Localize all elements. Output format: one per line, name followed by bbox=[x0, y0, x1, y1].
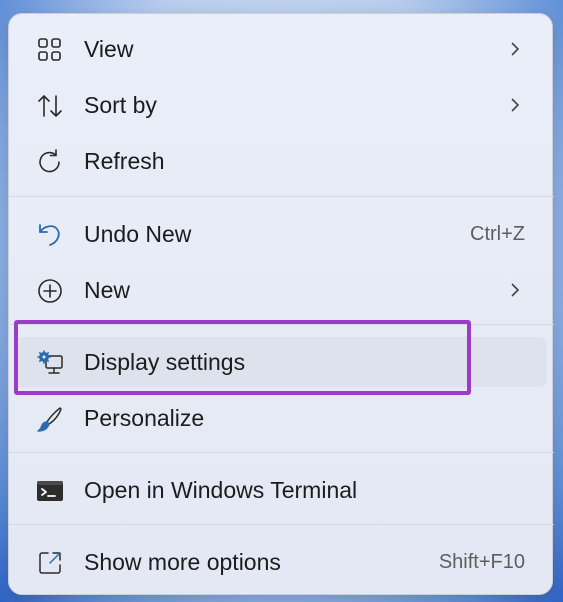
share-icon bbox=[36, 549, 64, 577]
menu-item-refresh[interactable]: Refresh bbox=[14, 136, 547, 186]
menu-item-label: Undo New bbox=[84, 221, 192, 247]
terminal-icon bbox=[36, 477, 64, 505]
menu-item-label: Personalize bbox=[84, 405, 205, 431]
separator bbox=[9, 524, 554, 525]
shortcut-text: Ctrl+Z bbox=[470, 223, 525, 245]
menu-item-label: Open in Windows Terminal bbox=[84, 477, 358, 503]
separator bbox=[9, 196, 554, 197]
chevron-right-icon bbox=[507, 282, 523, 298]
menu-item-personalize[interactable]: Personalize bbox=[14, 393, 547, 443]
grid-icon bbox=[36, 36, 64, 64]
chevron-right-icon bbox=[507, 41, 523, 57]
menu-item-label: Display settings bbox=[84, 349, 246, 375]
context-menu: View Sort by Refresh Undo New Ctrl+Z New… bbox=[8, 13, 554, 595]
menu-item-label: Refresh bbox=[84, 148, 165, 174]
shortcut-text: Shift+F10 bbox=[438, 551, 525, 573]
paintbrush-icon bbox=[36, 405, 64, 433]
menu-item-undo-new[interactable]: Undo New Ctrl+Z bbox=[14, 209, 547, 259]
separator bbox=[9, 452, 554, 453]
menu-item-label: View bbox=[84, 36, 134, 62]
display-settings-icon bbox=[36, 349, 64, 377]
menu-item-new[interactable]: New bbox=[14, 265, 547, 315]
refresh-icon bbox=[36, 148, 64, 176]
plus-circle-icon bbox=[36, 277, 64, 305]
menu-item-view[interactable]: View bbox=[14, 24, 547, 74]
menu-item-show-more-options[interactable]: Show more options Shift+F10 bbox=[14, 537, 547, 587]
separator bbox=[9, 324, 554, 325]
sort-arrows-icon bbox=[36, 92, 64, 120]
menu-item-label: New bbox=[84, 277, 131, 303]
chevron-right-icon bbox=[507, 97, 523, 113]
undo-icon bbox=[36, 221, 64, 249]
menu-item-display-settings[interactable]: Display settings bbox=[14, 337, 547, 387]
menu-item-label: Sort by bbox=[84, 92, 157, 118]
menu-item-label: Show more options bbox=[84, 549, 281, 575]
menu-item-open-terminal[interactable]: Open in Windows Terminal bbox=[14, 465, 547, 515]
menu-item-sort-by[interactable]: Sort by bbox=[14, 80, 547, 130]
